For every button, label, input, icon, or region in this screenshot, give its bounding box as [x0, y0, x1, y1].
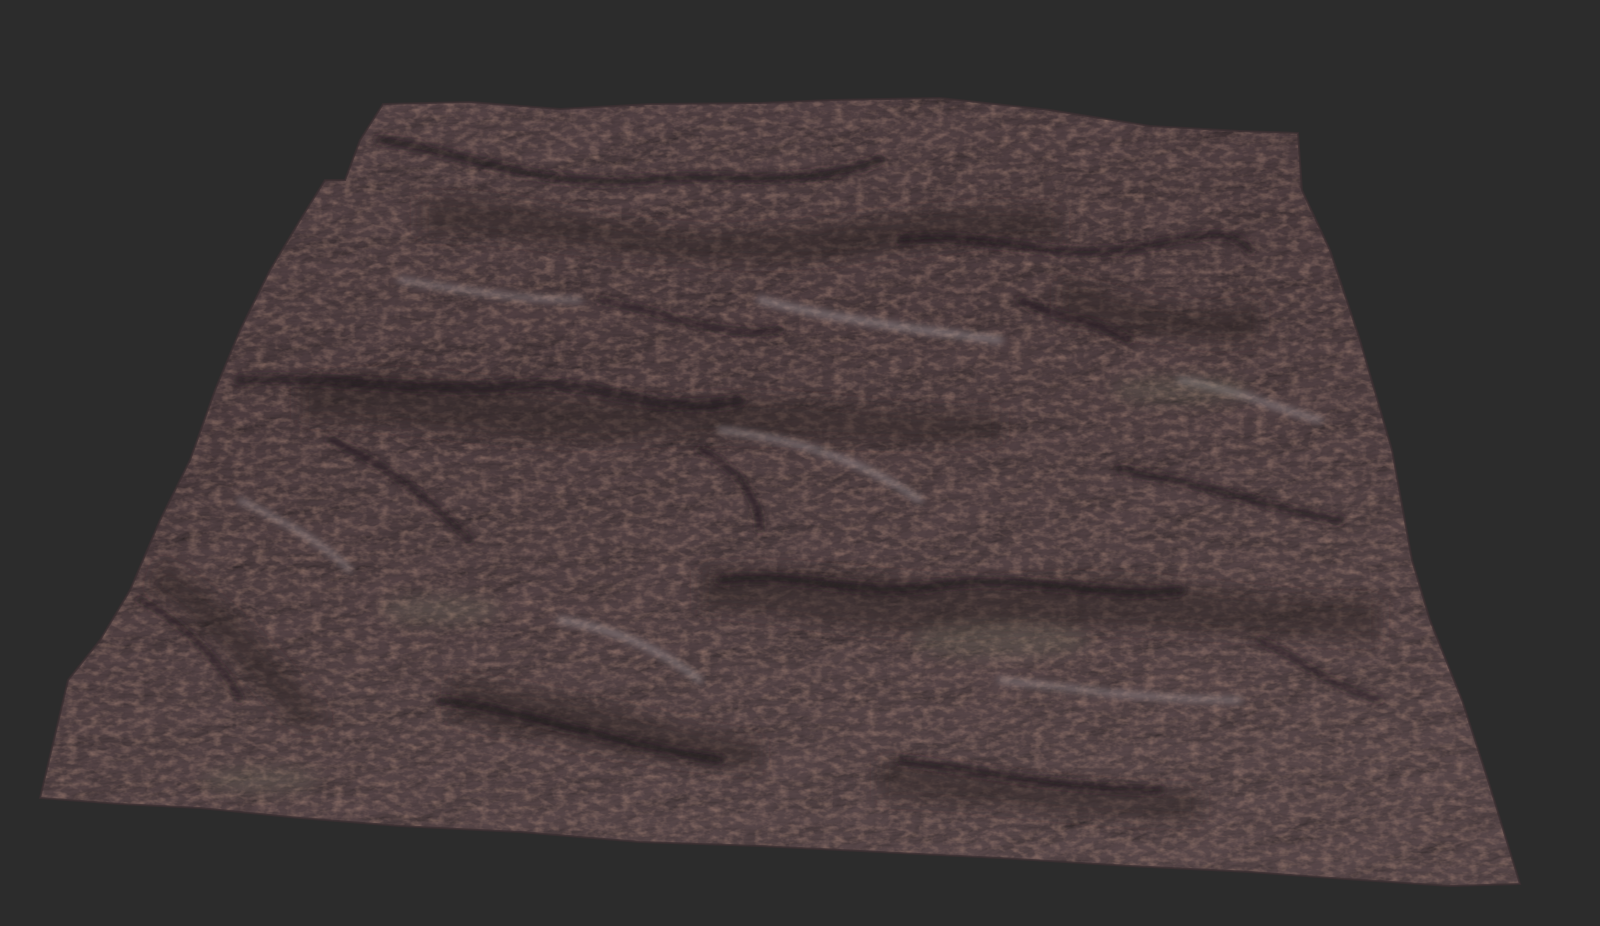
terrain-render[interactable] — [0, 0, 1600, 926]
3d-viewport[interactable] — [0, 0, 1600, 926]
